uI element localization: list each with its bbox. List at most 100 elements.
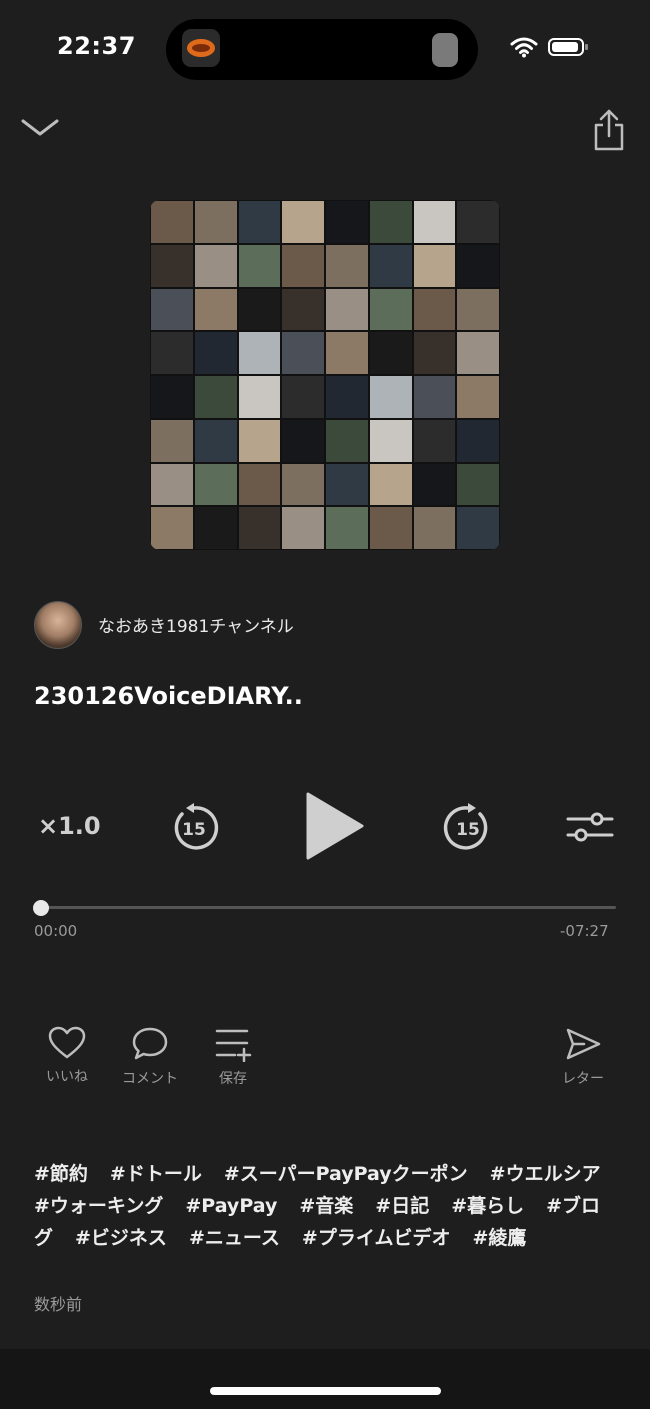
like-button[interactable]: いいね — [22, 1026, 112, 1086]
hashtag[interactable]: #綾鷹 — [472, 1227, 526, 1249]
elapsed-time: 00:00 — [34, 922, 78, 940]
letter-button[interactable]: レター — [538, 1026, 628, 1088]
hashtag[interactable]: #スーパーPayPayクーポン — [224, 1163, 468, 1185]
artwork-tile — [237, 200, 282, 244]
bottom-bar — [0, 1349, 650, 1409]
channel-avatar[interactable] — [34, 601, 82, 649]
artwork-tile — [150, 287, 194, 332]
hashtag[interactable]: #節約 — [34, 1163, 88, 1185]
dynamic-island — [166, 19, 478, 80]
hashtag[interactable]: #PayPay — [185, 1195, 277, 1217]
artwork-tile — [412, 375, 457, 419]
artwork-tile — [193, 506, 238, 550]
artwork-tile — [281, 200, 325, 244]
artwork-tile — [456, 462, 500, 507]
artwork-tile — [368, 462, 413, 507]
artwork-tile — [325, 418, 369, 463]
app-icon — [182, 29, 220, 67]
artwork-tile — [368, 243, 413, 288]
wifi-icon — [510, 36, 538, 62]
comment-label: コメント — [122, 1071, 178, 1087]
artwork-tile — [237, 506, 282, 550]
artwork-tile — [325, 375, 369, 419]
artwork-tile — [456, 418, 500, 463]
svg-text:15: 15 — [456, 820, 480, 840]
artwork-tile — [281, 243, 325, 288]
artwork-tile — [281, 331, 325, 375]
home-indicator[interactable] — [210, 1387, 441, 1395]
artwork-tile — [281, 375, 325, 419]
artwork-tile — [456, 200, 500, 244]
send-paper-plane-icon — [564, 1028, 602, 1066]
artwork-tile — [368, 200, 413, 244]
hashtag[interactable]: #ドトール — [110, 1163, 202, 1185]
artwork-tile — [281, 506, 325, 550]
artwork-tile — [193, 462, 238, 507]
artwork-tile — [150, 331, 194, 375]
artwork-tile — [193, 287, 238, 332]
artwork-tile — [456, 375, 500, 419]
artwork-tile — [150, 243, 194, 288]
artwork-tile — [281, 462, 325, 507]
artwork-tile — [193, 200, 238, 244]
save-label: 保存 — [219, 1071, 247, 1087]
artwork-tile — [456, 243, 500, 288]
hashtag[interactable]: #ニュース — [189, 1227, 280, 1249]
hashtag[interactable]: #日記 — [375, 1195, 429, 1217]
artwork-tile — [412, 506, 457, 550]
status-time: 22:37 — [57, 32, 136, 60]
artwork-tile — [456, 331, 500, 375]
artwork-tile — [281, 287, 325, 332]
skip-forward-15-icon[interactable]: 15 — [442, 802, 494, 858]
equalizer-settings-icon[interactable] — [566, 808, 614, 850]
episode-artwork — [150, 200, 500, 550]
artwork-tile — [368, 506, 413, 550]
artwork-tile — [412, 331, 457, 375]
artwork-tile — [193, 331, 238, 375]
homepod-icon — [432, 33, 458, 67]
artwork-tile — [237, 243, 282, 288]
artwork-tile — [150, 506, 194, 550]
svg-text:15: 15 — [182, 820, 206, 840]
artwork-tile — [412, 200, 457, 244]
collapse-chevron-down-icon[interactable] — [20, 116, 60, 144]
artwork-tile — [193, 375, 238, 419]
posted-time: 数秒前 — [34, 1295, 83, 1314]
artwork-tile — [456, 287, 500, 332]
hashtag-list: #節約 #ドトール #スーパーPayPayクーポン #ウエルシア #ウォーキング #Pay… — [34, 1158, 624, 1254]
hashtag[interactable]: #プライムビデオ — [302, 1227, 451, 1249]
artwork-tile — [325, 506, 369, 550]
artwork-tile — [150, 418, 194, 463]
artwork-tile — [368, 375, 413, 419]
save-button[interactable]: 保存 — [188, 1026, 278, 1088]
progress-track[interactable] — [34, 906, 616, 909]
progress-thumb[interactable] — [33, 900, 49, 916]
episode-title: 230126VoiceDIARY.. — [34, 682, 303, 710]
artwork-tile — [325, 200, 369, 244]
hashtag[interactable]: #音楽 — [299, 1195, 353, 1217]
artwork-tile — [150, 200, 194, 244]
heart-icon — [48, 1026, 86, 1064]
letter-label: レター — [562, 1071, 604, 1087]
skip-back-15-icon[interactable]: 15 — [168, 802, 220, 858]
artwork-tile — [412, 287, 457, 332]
artwork-tile — [150, 375, 194, 419]
artwork-tile — [325, 287, 369, 332]
hashtag[interactable]: #暮らし — [451, 1195, 524, 1217]
artwork-tile — [325, 462, 369, 507]
artwork-tile — [150, 462, 194, 507]
channel-name[interactable]: なおあき1981チャンネル — [98, 612, 294, 637]
hashtag[interactable]: #ウォーキング — [34, 1195, 163, 1217]
artwork-tile — [237, 331, 282, 375]
artwork-tile — [325, 243, 369, 288]
comment-bubble-icon — [131, 1027, 169, 1066]
hashtag[interactable]: #ビジネス — [75, 1227, 167, 1249]
hashtag[interactable]: #ウエルシア — [490, 1163, 601, 1185]
artwork-tile — [368, 418, 413, 463]
playback-speed-button[interactable]: ×1.0 — [38, 812, 101, 840]
play-button[interactable] — [304, 790, 366, 866]
comment-button[interactable]: コメント — [105, 1026, 195, 1088]
artwork-tile — [237, 462, 282, 507]
share-icon[interactable] — [592, 108, 626, 156]
artwork-tile — [281, 418, 325, 463]
